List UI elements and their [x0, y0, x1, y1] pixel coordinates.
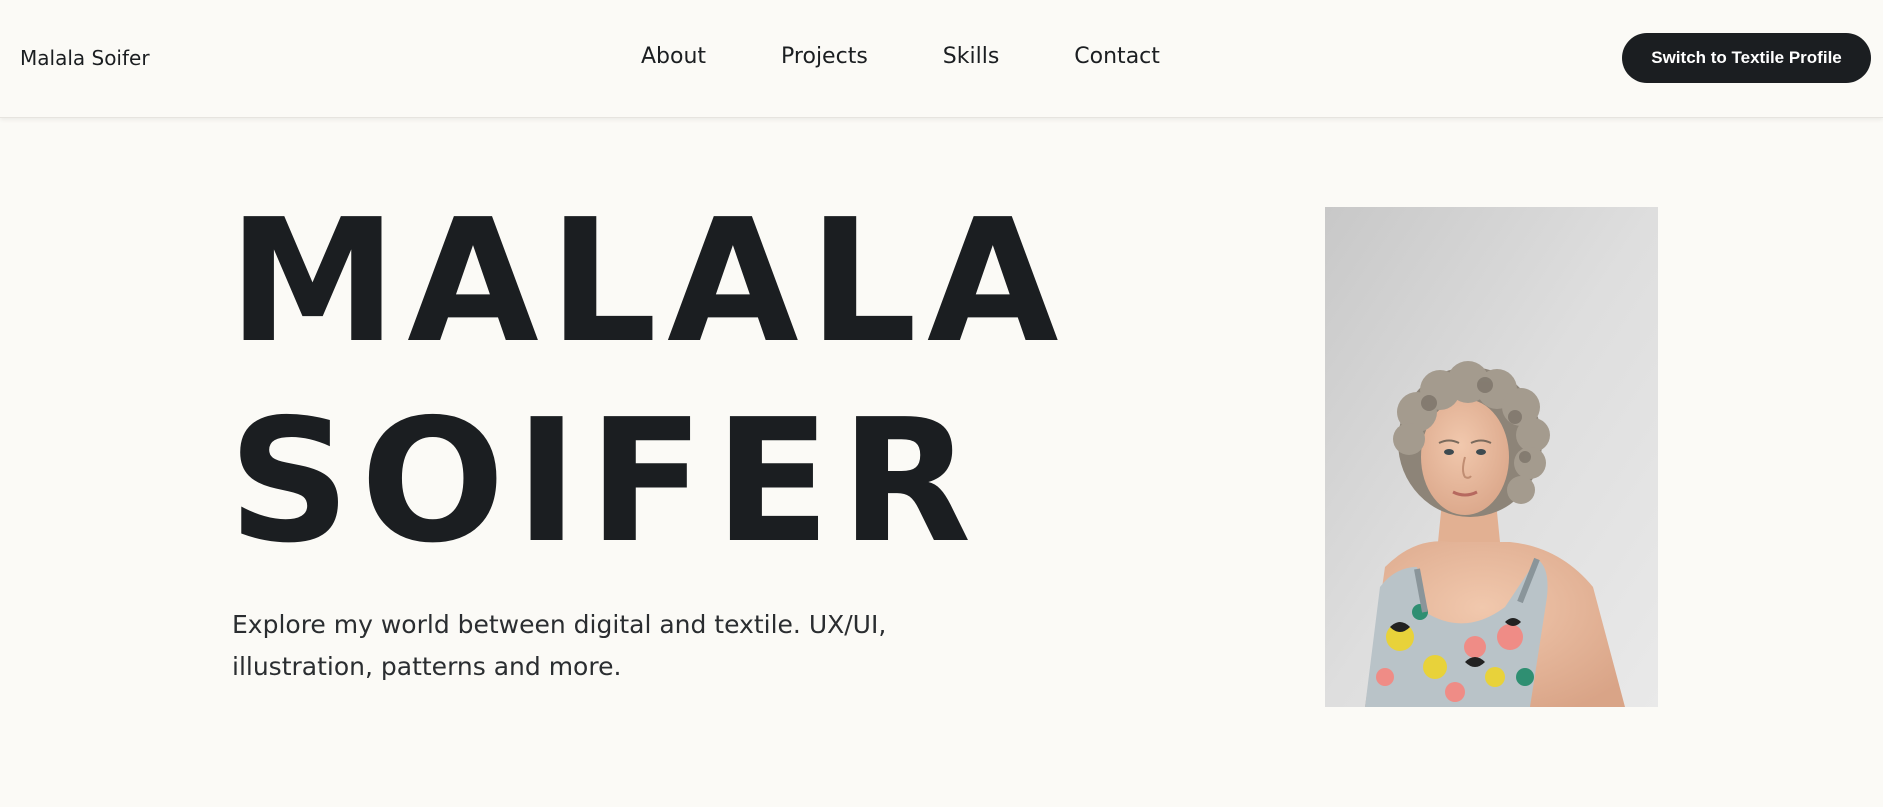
brand-link[interactable]: Malala Soifer — [20, 46, 150, 70]
hero-title-line-2: SOIFER — [228, 383, 982, 581]
nav-item-projects[interactable]: Projects — [781, 44, 868, 69]
nav-item-skills[interactable]: Skills — [943, 44, 1000, 69]
nav-item-about[interactable]: About — [641, 44, 706, 69]
hero-title: MALALA SOIFER — [228, 182, 1069, 582]
site-header: Malala Soifer About Projects Skills Cont… — [0, 0, 1883, 118]
hero-tagline: Explore my world between digital and tex… — [232, 610, 887, 681]
page: Malala Soifer About Projects Skills Cont… — [0, 0, 1883, 807]
portrait-illustration — [1325, 207, 1658, 707]
portrait-photo — [1325, 207, 1658, 707]
switch-profile-button[interactable]: Switch to Textile Profile — [1622, 33, 1871, 83]
nav-item-contact[interactable]: Contact — [1074, 44, 1160, 69]
main-nav: About Projects Skills Contact — [641, 44, 1160, 69]
hero-title-line-1: MALALA — [228, 183, 1069, 381]
